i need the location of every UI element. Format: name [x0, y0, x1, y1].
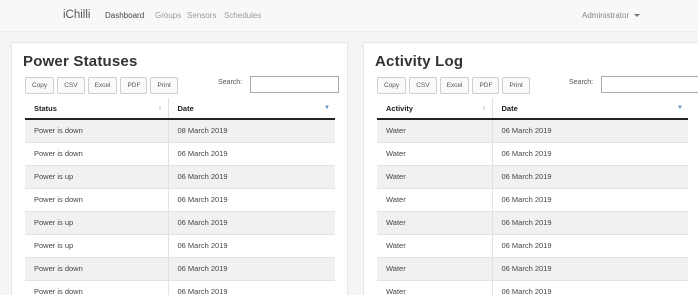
status-cell: Power is down	[25, 187, 168, 211]
table-row: Power is down 06 March 2019	[25, 141, 335, 165]
nav-item-schedules[interactable]: Schedules	[224, 11, 261, 20]
activity-cell: Water	[377, 141, 492, 165]
search-label: Search:	[218, 79, 243, 86]
status-cell: Power is down	[25, 256, 168, 280]
date-cell: 06 March 2019	[491, 256, 688, 280]
table-row: Water 06 March 2019	[377, 118, 688, 142]
activity-cell: Water	[377, 256, 492, 280]
power-status-table: Status ⇕ Date ▼ Power is down 08 March 2019…	[25, 98, 335, 295]
date-cell: 06 March 2019	[167, 233, 335, 257]
column-header-activity[interactable]: Activity ⇕	[377, 98, 492, 120]
sort-desc-icon: ▼	[324, 105, 330, 111]
nav-item-groups[interactable]: Groups	[155, 11, 181, 20]
date-cell: 08 March 2019	[167, 118, 335, 142]
export-buttons: Copy CSV Excel PDF Print	[25, 77, 181, 94]
column-header-date[interactable]: Date ▼	[167, 98, 335, 120]
activity-cell: Water	[377, 164, 492, 188]
panel-title: Power Statuses	[23, 53, 138, 70]
user-name: Administrator	[582, 11, 630, 20]
export-buttons: Copy CSV Excel PDF Print	[377, 77, 533, 94]
csv-button[interactable]: CSV	[409, 77, 437, 94]
activity-cell: Water	[377, 233, 492, 257]
date-cell: 06 March 2019	[167, 210, 335, 234]
table-row: Power is down 08 March 2019	[25, 118, 335, 142]
status-cell: Power is down	[25, 279, 168, 295]
print-button[interactable]: Print	[150, 77, 178, 94]
activity-cell: Water	[377, 210, 492, 234]
date-cell: 06 March 2019	[167, 141, 335, 165]
table-row: Power is down 06 March 2019	[25, 279, 335, 295]
sort-icon: ⇕	[481, 106, 487, 112]
date-cell: 06 March 2019	[491, 187, 688, 211]
sort-icon: ⇕	[157, 106, 163, 112]
activity-cell: Water	[377, 187, 492, 211]
nav-item-dashboard[interactable]: Dashboard	[105, 11, 144, 20]
print-button[interactable]: Print	[502, 77, 530, 94]
date-cell: 06 March 2019	[167, 279, 335, 295]
table-row: Water 06 March 2019	[377, 256, 688, 280]
table-row: Water 06 March 2019	[377, 279, 688, 295]
date-cell: 06 March 2019	[491, 210, 688, 234]
status-cell: Power is down	[25, 141, 168, 165]
date-cell: 06 March 2019	[167, 187, 335, 211]
table-row: Water 06 March 2019	[377, 210, 688, 234]
search-input[interactable]	[250, 76, 339, 93]
date-cell: 06 March 2019	[491, 233, 688, 257]
table-row: Power is up 06 March 2019	[25, 233, 335, 257]
status-cell: Power is up	[25, 164, 168, 188]
date-cell: 06 March 2019	[491, 164, 688, 188]
brand-logo[interactable]: iChilli	[63, 9, 90, 21]
date-cell: 06 March 2019	[491, 141, 688, 165]
table-row: Power is down 06 March 2019	[25, 187, 335, 211]
date-cell: 06 March 2019	[491, 279, 688, 295]
table-row: Power is up 06 March 2019	[25, 210, 335, 234]
date-cell: 06 March 2019	[167, 256, 335, 280]
panel-title: Activity Log	[375, 53, 464, 70]
activity-log-table: Activity ⇕ Date ▼ Water 06 March 2019 Water…	[377, 98, 688, 295]
activity-cell: Water	[377, 279, 492, 295]
search-input[interactable]	[601, 76, 698, 93]
copy-button[interactable]: Copy	[377, 77, 407, 94]
table-row: Power is down 06 March 2019	[25, 256, 335, 280]
excel-button[interactable]: Excel	[439, 77, 470, 94]
nav-item-sensors[interactable]: Sensors	[187, 11, 216, 20]
date-cell: 06 March 2019	[167, 164, 335, 188]
caret-down-icon	[634, 14, 641, 17]
column-header-status[interactable]: Status ⇕	[25, 98, 168, 120]
status-cell: Power is up	[25, 210, 168, 234]
date-cell: 06 March 2019	[491, 118, 688, 142]
activity-log-panel: Activity Log Copy CSV Excel PDF Print Se…	[363, 42, 698, 295]
top-navbar: iChilli Dashboard Groups Sensors Schedul…	[0, 0, 698, 32]
pdf-button[interactable]: PDF	[472, 77, 500, 94]
table-row: Water 06 March 2019	[377, 233, 688, 257]
table-row: Water 06 March 2019	[377, 164, 688, 188]
table-row: Power is up 06 March 2019	[25, 164, 335, 188]
status-cell: Power is down	[25, 118, 168, 142]
excel-button[interactable]: Excel	[87, 77, 118, 94]
table-row: Water 06 March 2019	[377, 187, 688, 211]
pdf-button[interactable]: PDF	[120, 77, 148, 94]
column-header-date[interactable]: Date ▼	[491, 98, 688, 120]
table-row: Water 06 March 2019	[377, 141, 688, 165]
search-label: Search:	[569, 79, 594, 86]
sort-desc-icon: ▼	[677, 105, 683, 111]
copy-button[interactable]: Copy	[25, 77, 55, 94]
user-menu[interactable]: Administrator	[582, 11, 641, 20]
activity-cell: Water	[377, 118, 492, 142]
status-cell: Power is up	[25, 233, 168, 257]
csv-button[interactable]: CSV	[57, 77, 85, 94]
power-statuses-panel: Power Statuses Copy CSV Excel PDF Print …	[11, 42, 348, 295]
